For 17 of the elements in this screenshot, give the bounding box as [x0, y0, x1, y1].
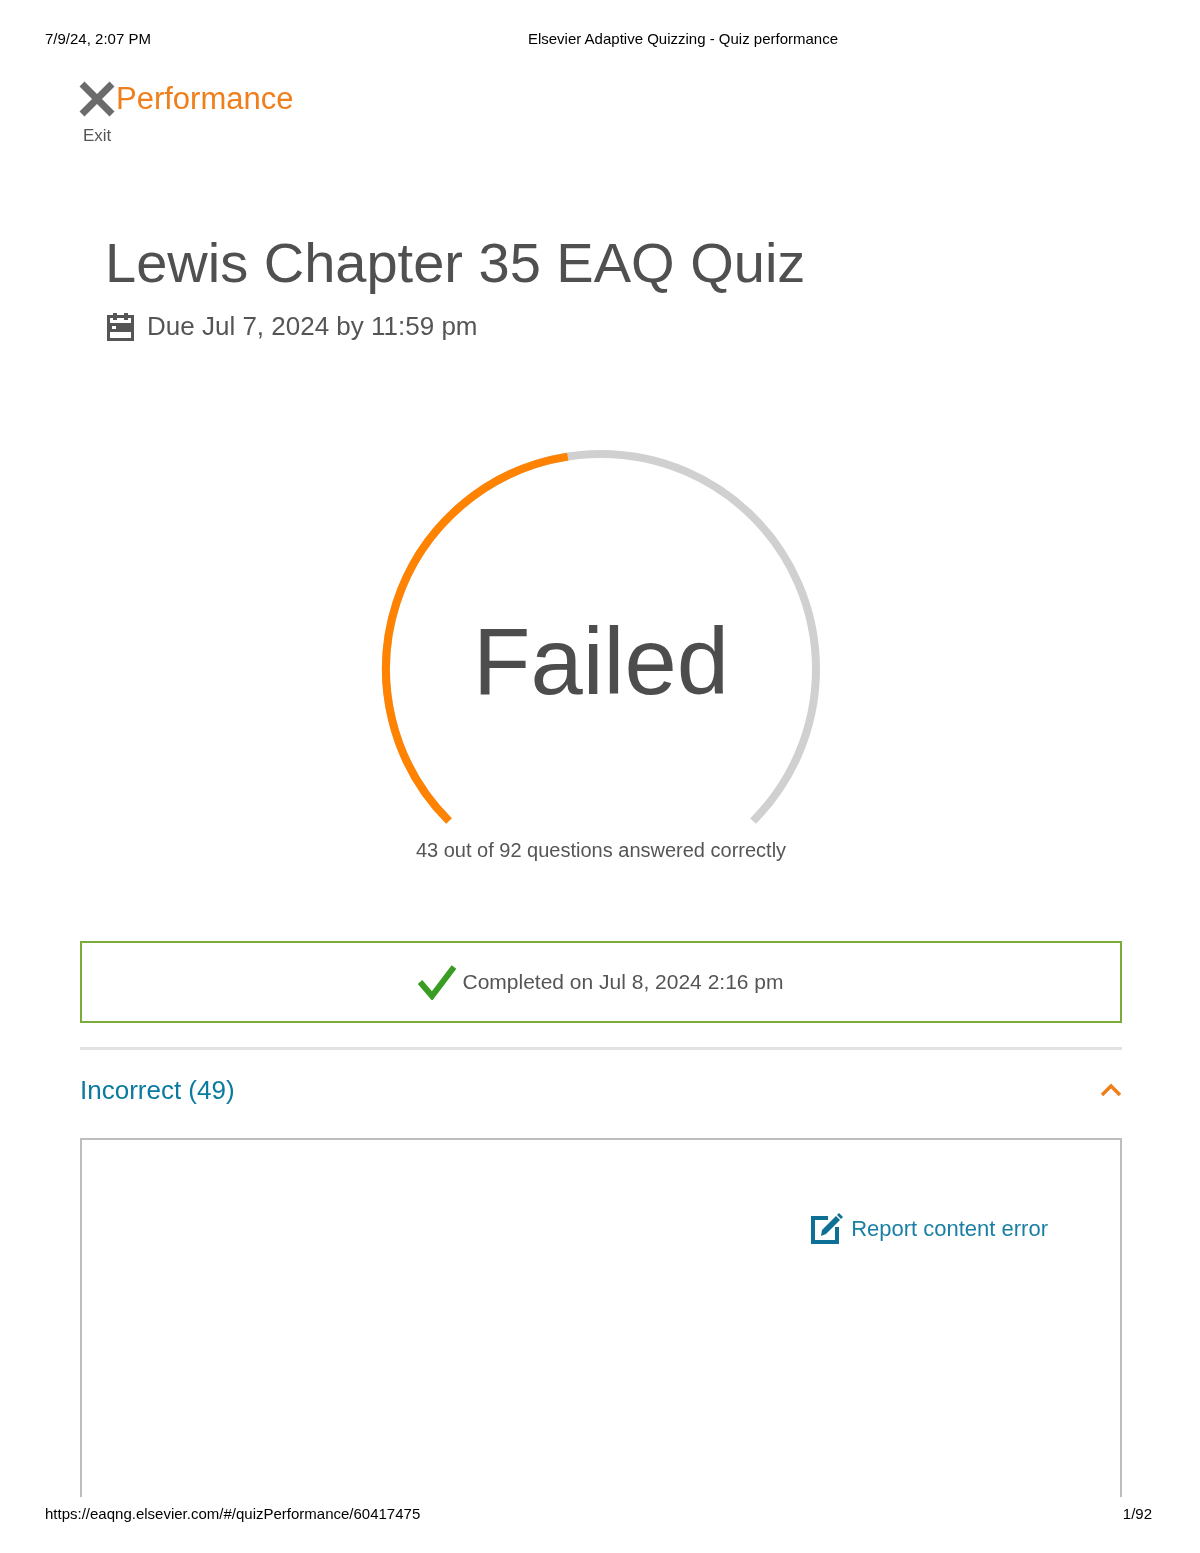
due-date: Due Jul 7, 2024 by 11:59 pm: [147, 310, 478, 342]
print-date: 7/9/24, 2:07 PM: [45, 30, 151, 47]
exit-button[interactable]: Exit: [78, 80, 116, 146]
accordion-header[interactable]: Incorrect (49): [80, 1074, 1122, 1106]
check-icon: [418, 964, 457, 1000]
page-number: 1/92: [1122, 1505, 1152, 1523]
report-error-link[interactable]: Report content error: [810, 1213, 1048, 1245]
print-page-title: Elsevier Adaptive Quizzing - Quiz performance: [527, 30, 839, 47]
page-heading: Performance: [116, 80, 294, 118]
print-url: https://eaqng.elsevier.com/#/quizPerformance/60417475: [45, 1505, 421, 1523]
close-icon: [78, 80, 116, 118]
result-status: Failed: [473, 608, 729, 716]
quiz-title: Lewis Chapter 35 EAQ Quiz: [105, 230, 806, 296]
calendar-icon: [107, 311, 134, 341]
edit-icon: [810, 1213, 844, 1245]
completion-date: Completed on Jul 8, 2024 2:16 pm: [462, 969, 784, 995]
score-summary: 43 out of 92 questions answered correctly: [415, 838, 787, 862]
